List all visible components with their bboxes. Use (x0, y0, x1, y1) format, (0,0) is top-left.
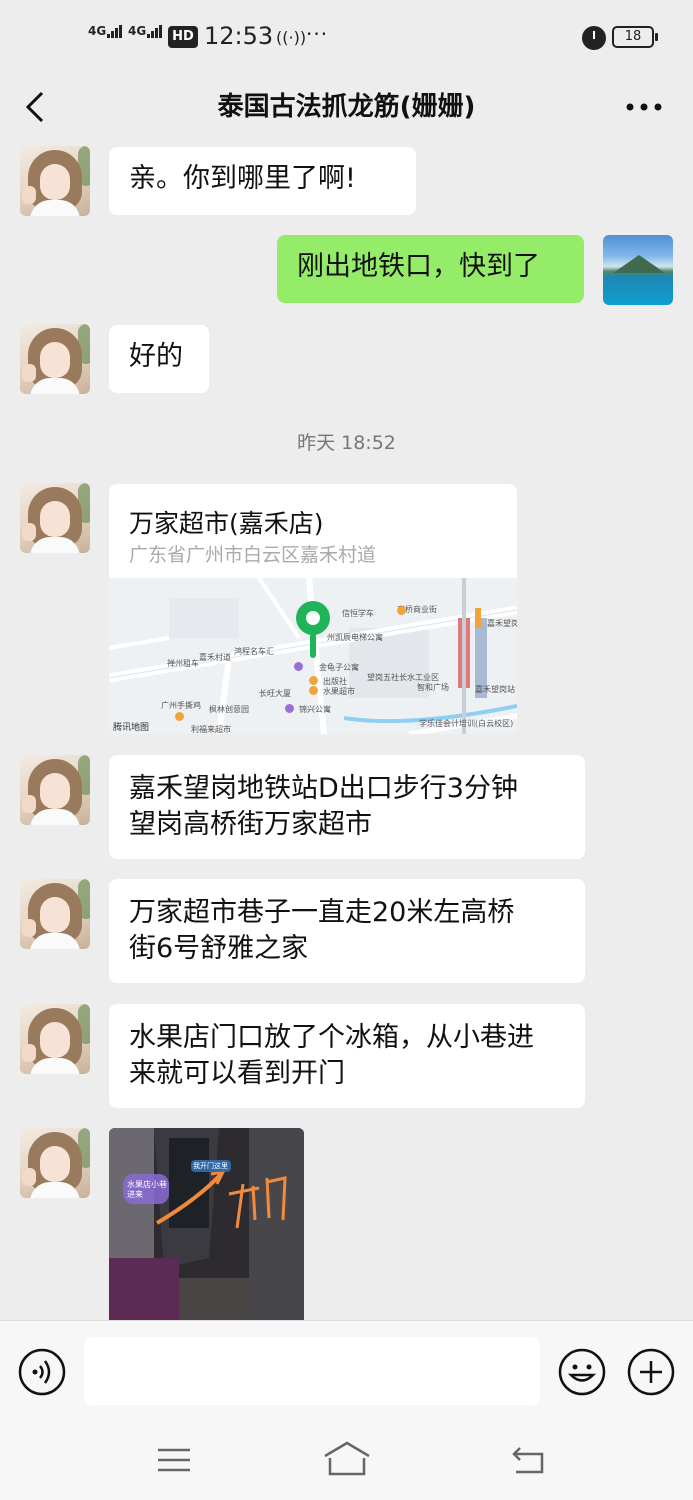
status-bar: 4G 4G HD 12:53 ((·)) ··· 18 (0, 0, 693, 76)
map-label: 水果超市 (323, 687, 355, 696)
message-text: 水果店门口放了个冰箱，从小巷进 (129, 1022, 534, 1053)
back-arrow-icon[interactable] (22, 90, 52, 124)
map-label: 嘉禾村道 (199, 653, 231, 662)
message-bubble[interactable]: 嘉禾望岗地铁站D出口步行3分钟 望岗高桥街万家超市 (109, 755, 585, 859)
recent-apps-icon[interactable] (154, 1440, 194, 1480)
map-label: 利福来超市 (191, 725, 231, 734)
system-back-icon[interactable] (508, 1440, 548, 1480)
hotspot-icon: ((·)) (276, 28, 307, 47)
input-bar (0, 1320, 693, 1420)
map-label: 鸿程名车汇 (234, 647, 274, 656)
voice-input-icon[interactable] (18, 1348, 66, 1396)
message-text: 来就可以看到开门 (129, 1058, 345, 1089)
message-text: 好的 (129, 341, 183, 372)
chat-title: 泰国古法抓龙筋(姗姗) (217, 92, 476, 122)
chat-area[interactable]: 亲。你到哪里了啊! 刚出地铁口，快到了 好的 昨天 18:52 万家超市(嘉禾店… (0, 138, 693, 1320)
message-bubble[interactable]: 万家超市巷子一直走20米左高桥 街6号舒雅之家 (109, 879, 585, 983)
message-text: 万家超市巷子一直走20米左高桥 (129, 897, 515, 928)
photo-handwriting: 开门 (109, 1128, 111, 1129)
message-input[interactable] (84, 1337, 540, 1405)
map-label: 广州手撕鸡 (161, 701, 201, 710)
message-text: 嘉禾望岗地铁站D出口步行3分钟 (129, 773, 518, 804)
chat-header: 泰国古法抓龙筋(姗姗) (0, 76, 693, 138)
map-poi-icon (175, 712, 184, 721)
photo-scene (109, 1128, 304, 1320)
photo-sign-top: 我开门这里 (193, 1162, 228, 1170)
contact-avatar[interactable] (20, 1128, 90, 1198)
map-label: 禅州租车 (167, 659, 199, 668)
contact-avatar[interactable] (20, 1004, 90, 1074)
alarm-icon (582, 26, 606, 50)
more-notifications-icon: ··· (306, 22, 329, 46)
contact-avatar[interactable] (20, 879, 90, 949)
message-text: 街6号舒雅之家 (129, 933, 309, 964)
contact-avatar[interactable] (20, 755, 90, 825)
location-address: 广东省广州市白云区嘉禾村道 (129, 544, 377, 566)
contact-avatar[interactable] (20, 146, 90, 216)
emoji-icon[interactable] (558, 1348, 606, 1396)
map-label: 枫林创意园 (209, 705, 249, 714)
location-name: 万家超市(嘉禾店) (129, 509, 324, 538)
map-attribution: 腾讯地图 (113, 723, 150, 733)
message-text: 刚出地铁口，快到了 (297, 251, 540, 282)
map-label: 长旺大厦 (259, 689, 291, 698)
contact-avatar[interactable] (20, 483, 90, 553)
photo-sign-left: 水果店小巷进来 (127, 1180, 167, 1199)
image-message[interactable]: 水果店小巷进来 我开门这里 开门 (109, 1128, 304, 1320)
self-avatar[interactable] (603, 235, 673, 305)
message-bubble[interactable]: 亲。你到哪里了啊! (109, 147, 416, 215)
location-map[interactable]: 信恒学车 高桥商业街 嘉禾望岗公交枢纽 嘉禾村道 鸿程名车汇 禅州租车 州凯辰电… (109, 578, 517, 734)
message-text: 望岗高桥街万家超市 (129, 809, 372, 840)
system-nav-bar (0, 1420, 693, 1500)
map-label: 学乐佳会计培训(白云校区) (419, 719, 514, 728)
message-bubble[interactable]: 水果店门口放了个冰箱，从小巷进 来就可以看到开门 (109, 1004, 585, 1108)
self-message-bubble[interactable]: 刚出地铁口，快到了 (277, 235, 584, 303)
signal-1-icon: 4G (88, 24, 123, 38)
message-bubble[interactable]: 好的 (109, 325, 209, 393)
map-poi-icon (397, 606, 406, 615)
map-label: 州凯辰电梯公寓 (327, 633, 383, 642)
contact-avatar[interactable] (20, 324, 90, 394)
map-poi-icon (309, 686, 318, 695)
more-options-icon[interactable] (622, 94, 666, 120)
plus-icon[interactable] (627, 1348, 675, 1396)
map-label: 嘉禾望岗公交枢纽 (487, 619, 517, 628)
map-label: 嘉禾望岗站 (475, 685, 515, 694)
status-time: 12:53 (204, 22, 274, 50)
map-label: 智和广场 (417, 683, 449, 692)
map-poi-icon (294, 662, 303, 671)
hd-badge: HD (168, 26, 198, 48)
location-card[interactable]: 万家超市(嘉禾店) 广东省广州市白云区嘉禾村道 信恒学车 高桥商业街 嘉禾望岗 … (109, 484, 517, 734)
message-text: 亲。你到哪里了啊! (129, 163, 356, 194)
battery-icon: 18 (612, 26, 658, 48)
map-label: 锦兴公寓 (299, 705, 331, 714)
signal-2-icon: 4G (128, 24, 163, 38)
message-timestamp: 昨天 18:52 (297, 432, 396, 454)
home-icon[interactable] (322, 1440, 372, 1480)
map-label: 金龟子公寓 (319, 663, 359, 672)
map-poi-icon (285, 704, 294, 713)
map-poi-icon (309, 676, 318, 685)
map-pin-icon (296, 601, 330, 658)
map-label: 信恒学车 (342, 609, 374, 618)
